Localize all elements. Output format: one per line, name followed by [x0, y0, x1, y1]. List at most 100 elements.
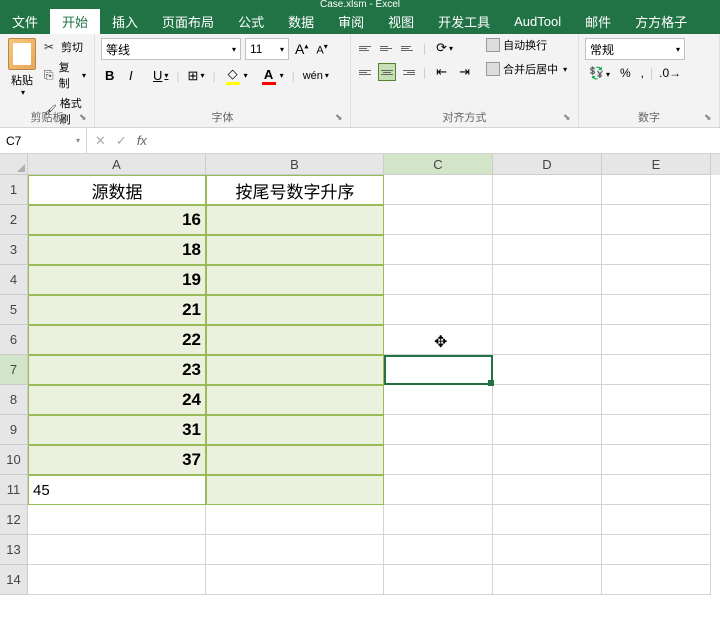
font-size-select[interactable]: 11▾	[245, 38, 289, 60]
row-header-3[interactable]: 3	[0, 235, 28, 265]
number-format-select[interactable]: 常规▾	[585, 38, 685, 60]
tab-layout[interactable]: 页面布局	[150, 9, 226, 34]
currency-button[interactable]: 💱▾	[585, 64, 614, 82]
cell-B9[interactable]	[206, 415, 384, 445]
row-header-1[interactable]: 1	[0, 175, 28, 205]
cell-E10[interactable]	[602, 445, 711, 475]
merge-center-button[interactable]: 合并后居中▾	[483, 60, 570, 78]
cell-C8[interactable]	[384, 385, 493, 415]
cell-D2[interactable]	[493, 205, 602, 235]
grow-font-button[interactable]: A▴	[293, 41, 310, 57]
cell-C7[interactable]	[384, 355, 493, 385]
cell-C6[interactable]	[384, 325, 493, 355]
cell-D12[interactable]	[493, 505, 602, 535]
align-bottom-button[interactable]	[399, 39, 417, 57]
cell-A11[interactable]: 45	[28, 475, 206, 505]
cell-C14[interactable]	[384, 565, 493, 595]
orientation-button[interactable]: ⟳▾	[432, 38, 457, 58]
cell-D5[interactable]	[493, 295, 602, 325]
cell-D4[interactable]	[493, 265, 602, 295]
cell-E2[interactable]	[602, 205, 711, 235]
cell-A14[interactable]	[28, 565, 206, 595]
accept-formula-button[interactable]: ✓	[116, 133, 127, 149]
cell-B10[interactable]	[206, 445, 384, 475]
col-header-D[interactable]: D	[493, 154, 602, 175]
cancel-formula-button[interactable]: ✕	[95, 133, 106, 149]
cell-D3[interactable]	[493, 235, 602, 265]
tab-dev[interactable]: 开发工具	[426, 9, 502, 34]
border-button[interactable]: ⊞▾	[184, 66, 209, 86]
tab-insert[interactable]: 插入	[100, 9, 150, 34]
cell-B8[interactable]	[206, 385, 384, 415]
cell-E3[interactable]	[602, 235, 711, 265]
bold-button[interactable]: B	[101, 66, 121, 85]
align-launcher[interactable]: ⬊	[563, 112, 575, 124]
align-middle-button[interactable]	[378, 39, 396, 57]
comma-button[interactable]: ,	[637, 64, 648, 82]
cell-B11[interactable]	[206, 475, 384, 505]
cell-C2[interactable]	[384, 205, 493, 235]
row-header-5[interactable]: 5	[0, 295, 28, 325]
cell-A5[interactable]: 21	[28, 295, 206, 325]
cut-button[interactable]: 剪切	[42, 38, 88, 56]
indent-decrease-button[interactable]: ⇤	[432, 62, 452, 82]
cell-E1[interactable]	[602, 175, 711, 205]
cells-area[interactable]: 源数据按尾号数字升序16181921222324313745 ✥	[28, 175, 711, 595]
italic-button[interactable]: I	[125, 66, 145, 85]
tab-formula[interactable]: 公式	[226, 9, 276, 34]
row-header-2[interactable]: 2	[0, 205, 28, 235]
cell-C1[interactable]	[384, 175, 493, 205]
fill-color-button[interactable]: ◇▾	[220, 64, 252, 87]
fx-button[interactable]: fx	[137, 133, 147, 148]
select-all-corner[interactable]	[0, 154, 28, 175]
row-header-8[interactable]: 8	[0, 385, 28, 415]
cell-B12[interactable]	[206, 505, 384, 535]
tab-file[interactable]: 文件	[0, 9, 50, 34]
font-name-select[interactable]: 等线▾	[101, 38, 241, 60]
row-header-13[interactable]: 13	[0, 535, 28, 565]
cell-E11[interactable]	[602, 475, 711, 505]
cell-A7[interactable]: 23	[28, 355, 206, 385]
cell-A8[interactable]: 24	[28, 385, 206, 415]
cell-B2[interactable]	[206, 205, 384, 235]
percent-button[interactable]: %	[616, 64, 635, 82]
increase-decimal-button[interactable]: .0→	[655, 64, 685, 82]
cell-B5[interactable]	[206, 295, 384, 325]
cell-B13[interactable]	[206, 535, 384, 565]
cell-A6[interactable]: 22	[28, 325, 206, 355]
cell-B3[interactable]	[206, 235, 384, 265]
row-header-7[interactable]: 7	[0, 355, 28, 385]
cell-C10[interactable]	[384, 445, 493, 475]
cell-A2[interactable]: 16	[28, 205, 206, 235]
cell-E14[interactable]	[602, 565, 711, 595]
cell-D9[interactable]	[493, 415, 602, 445]
cell-D1[interactable]	[493, 175, 602, 205]
cell-D6[interactable]	[493, 325, 602, 355]
tab-mail[interactable]: 邮件	[573, 9, 623, 34]
cell-A12[interactable]	[28, 505, 206, 535]
cell-E6[interactable]	[602, 325, 711, 355]
cell-D13[interactable]	[493, 535, 602, 565]
align-center-button[interactable]	[378, 63, 396, 81]
tab-audtool[interactable]: AudTool	[502, 9, 573, 34]
col-header-E[interactable]: E	[602, 154, 711, 175]
cell-B7[interactable]	[206, 355, 384, 385]
cell-D7[interactable]	[493, 355, 602, 385]
row-header-11[interactable]: 11	[0, 475, 28, 505]
cell-E4[interactable]	[602, 265, 711, 295]
tab-review[interactable]: 审阅	[326, 9, 376, 34]
align-top-button[interactable]	[357, 39, 375, 57]
cell-B4[interactable]	[206, 265, 384, 295]
cell-C3[interactable]	[384, 235, 493, 265]
cell-C13[interactable]	[384, 535, 493, 565]
cell-A4[interactable]: 19	[28, 265, 206, 295]
cell-A3[interactable]: 18	[28, 235, 206, 265]
align-right-button[interactable]	[399, 63, 417, 81]
row-header-6[interactable]: 6	[0, 325, 28, 355]
cell-E8[interactable]	[602, 385, 711, 415]
row-header-9[interactable]: 9	[0, 415, 28, 445]
col-header-B[interactable]: B	[206, 154, 384, 175]
clipboard-launcher[interactable]: ⬊	[79, 112, 91, 124]
cell-B1[interactable]: 按尾号数字升序	[206, 175, 384, 205]
cell-C4[interactable]	[384, 265, 493, 295]
